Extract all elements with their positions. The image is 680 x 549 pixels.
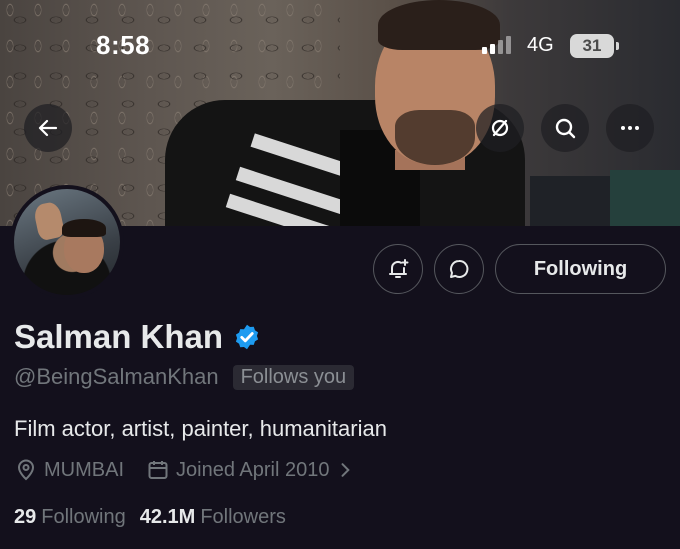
more-button[interactable]: [606, 104, 654, 152]
chevron-right-icon: [341, 463, 351, 477]
verified-badge-icon[interactable]: [233, 323, 261, 351]
follows-you-badge: Follows you: [232, 364, 355, 390]
location-pin-icon: [17, 459, 35, 481]
profile-name-row: Salman Khan: [14, 318, 261, 356]
banner-panel-green: [610, 170, 680, 226]
following-stat[interactable]: 29 Following: [14, 506, 126, 529]
more-horizontal-icon: [621, 126, 639, 130]
profile-bio: Film actor, artist, painter, humanitaria…: [14, 416, 387, 441]
following-button[interactable]: Following: [495, 244, 666, 294]
chat-bubble-icon: [450, 259, 469, 278]
network-type: 4G: [527, 34, 554, 56]
profile-stats: 29 Following 42.1M Followers: [14, 506, 286, 529]
following-count: 29: [14, 506, 37, 528]
joined-item[interactable]: Joined April 2010: [146, 458, 361, 482]
battery-indicator: 31: [570, 34, 619, 58]
calendar-icon: [148, 461, 168, 479]
hide-button[interactable]: [476, 104, 524, 152]
followers-label: Followers: [200, 506, 286, 528]
location-text: MUMBAI: [44, 458, 124, 481]
location-item: MUMBAI: [14, 458, 124, 482]
following-label: Following: [41, 506, 126, 528]
arrow-left-icon: [38, 119, 58, 137]
joined-text: Joined April 2010: [176, 458, 330, 481]
profile-avatar[interactable]: [10, 185, 124, 299]
followers-stat[interactable]: 42.1M Followers: [140, 506, 286, 529]
eye-slash-icon: [491, 119, 509, 137]
search-button[interactable]: [541, 104, 589, 152]
notifications-button[interactable]: [373, 244, 423, 294]
handle-row: @BeingSalmanKhan Follows you: [14, 364, 355, 390]
followers-count: 42.1M: [139, 506, 196, 528]
message-button[interactable]: [434, 244, 484, 294]
profile-meta: MUMBAI Joined April 2010: [14, 458, 383, 482]
bell-plus-icon: [389, 259, 409, 278]
search-icon: [555, 118, 576, 139]
banner-beard: [395, 110, 475, 165]
signal-icon: [482, 36, 511, 54]
status-time: 8:58: [96, 30, 151, 60]
back-button[interactable]: [24, 104, 72, 152]
profile-name: Salman Khan: [14, 318, 224, 355]
profile-handle: @BeingSalmanKhan: [14, 364, 219, 389]
